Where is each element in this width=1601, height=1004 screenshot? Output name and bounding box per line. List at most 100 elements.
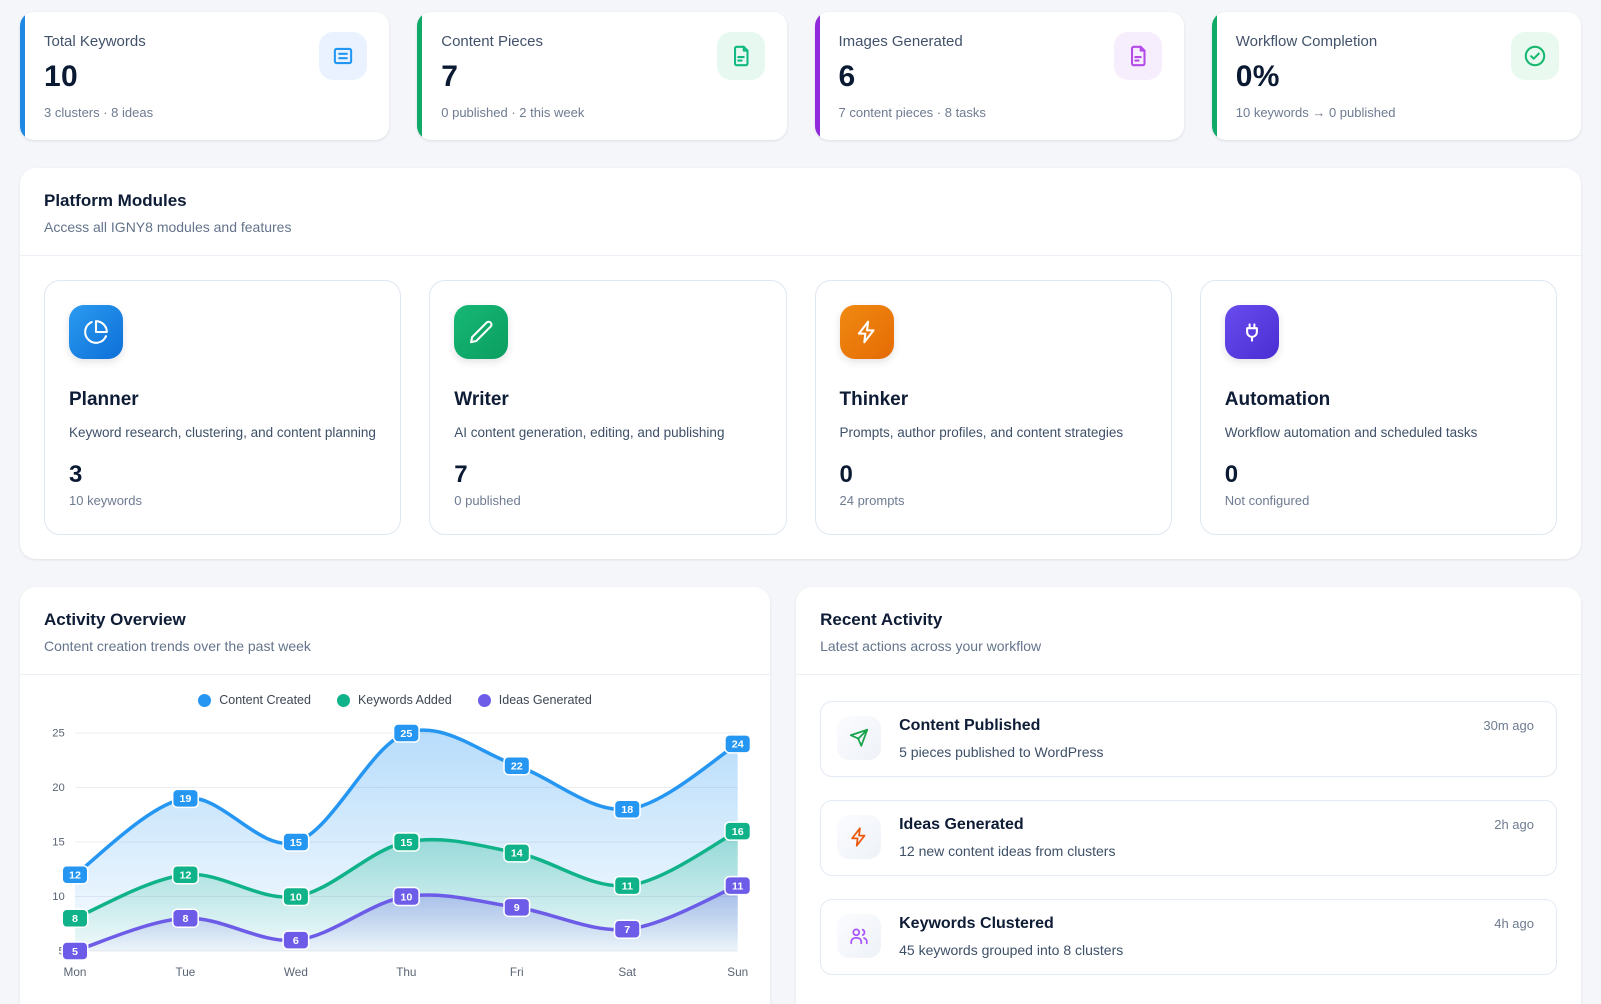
lightning-icon — [840, 305, 894, 359]
svg-text:Sat: Sat — [618, 966, 636, 979]
svg-text:24: 24 — [732, 739, 744, 751]
panel-subtitle: Content creation trends over the past we… — [44, 638, 746, 654]
stat-title: Content Pieces — [441, 33, 762, 50]
dashboard-page: Total Keywords 10 3 clusters · 8 ideas C… — [0, 0, 1601, 1004]
stat-card-content-pieces: Content Pieces 7 0 published · 2 this we… — [417, 12, 786, 140]
legend-label: Content Created — [219, 693, 311, 707]
platform-modules-header: Platform Modules Access all IGNY8 module… — [20, 168, 1581, 255]
stat-value: 7 — [441, 60, 762, 94]
activity-line-chart[interactable]: 510152025MonTueWedThuFriSatSun1219152522… — [30, 717, 756, 985]
panel-title: Activity Overview — [44, 610, 746, 630]
activity-list: Content Published 30m ago 5 pieces publi… — [796, 675, 1581, 1001]
activity-overview-panel: Activity Overview Content creation trend… — [20, 587, 770, 1004]
lightning-icon — [837, 815, 881, 859]
module-name: Thinker — [840, 389, 1147, 411]
svg-text:Mon: Mon — [64, 966, 87, 979]
module-stat-label: 0 published — [454, 493, 761, 508]
svg-text:8: 8 — [72, 913, 78, 925]
activity-description: 5 pieces published to WordPress — [899, 744, 1534, 760]
svg-text:9: 9 — [514, 902, 520, 914]
stat-subtitle: 0 published · 2 this week — [441, 105, 762, 120]
module-card-writer[interactable]: Writer AI content generation, editing, a… — [429, 280, 786, 535]
plug-icon — [1225, 305, 1279, 359]
stat-value: 0% — [1236, 60, 1557, 94]
svg-text:6: 6 — [293, 935, 299, 947]
accent-bar — [20, 12, 25, 140]
module-value: 3 — [69, 461, 376, 489]
svg-text:14: 14 — [511, 848, 523, 860]
recent-activity-header: Recent Activity Latest actions across yo… — [796, 587, 1581, 674]
module-name: Writer — [454, 389, 761, 411]
module-value: 0 — [840, 461, 1147, 489]
module-card-automation[interactable]: Automation Workflow automation and sched… — [1200, 280, 1557, 535]
check-circle-icon — [1511, 32, 1559, 80]
legend-item[interactable]: Content Created — [198, 693, 311, 707]
activity-time: 30m ago — [1483, 718, 1534, 733]
module-name: Planner — [69, 389, 376, 411]
activity-description: 12 new content ideas from clusters — [899, 843, 1534, 859]
svg-text:8: 8 — [182, 913, 188, 925]
svg-text:7: 7 — [624, 924, 630, 936]
stat-card-images-generated: Images Generated 6 7 content pieces · 8 … — [815, 12, 1184, 140]
legend-item[interactable]: Keywords Added — [337, 693, 452, 707]
svg-text:12: 12 — [69, 870, 81, 882]
module-description: Workflow automation and scheduled tasks — [1225, 423, 1532, 444]
svg-text:10: 10 — [290, 891, 302, 903]
module-description: Keyword research, clustering, and conten… — [69, 423, 376, 444]
pencil-icon — [454, 305, 508, 359]
stat-card-workflow-completion: Workflow Completion 0% 10 keywords → 0 p… — [1212, 12, 1581, 140]
module-stat-label: 24 prompts — [840, 493, 1147, 508]
module-card-planner[interactable]: Planner Keyword research, clustering, an… — [44, 280, 401, 535]
svg-text:25: 25 — [400, 728, 412, 740]
stats-row: Total Keywords 10 3 clusters · 8 ideas C… — [20, 12, 1581, 140]
stat-title: Images Generated — [839, 33, 1160, 50]
accent-bar — [815, 12, 820, 140]
stat-card-total-keywords: Total Keywords 10 3 clusters · 8 ideas — [20, 12, 389, 140]
svg-text:22: 22 — [511, 761, 523, 773]
legend-label: Ideas Generated — [499, 693, 592, 707]
accent-bar — [1212, 12, 1217, 140]
svg-text:11: 11 — [732, 881, 743, 893]
module-stat-label: 10 keywords — [69, 493, 376, 508]
stat-title: Workflow Completion — [1236, 33, 1557, 50]
platform-modules-panel: Platform Modules Access all IGNY8 module… — [20, 168, 1581, 559]
file-text-icon — [717, 32, 765, 80]
svg-text:12: 12 — [179, 870, 191, 882]
activity-time: 2h ago — [1494, 817, 1534, 832]
module-description: AI content generation, editing, and publ… — [454, 423, 761, 444]
svg-text:15: 15 — [400, 837, 412, 849]
legend-dot — [478, 694, 491, 707]
legend-item[interactable]: Ideas Generated — [478, 693, 592, 707]
recent-activity-panel: Recent Activity Latest actions across yo… — [796, 587, 1581, 1004]
svg-text:Tue: Tue — [176, 966, 196, 979]
activity-description: 45 keywords grouped into 8 clusters — [899, 942, 1534, 958]
send-icon — [837, 716, 881, 760]
module-card-thinker[interactable]: Thinker Prompts, author profiles, and co… — [815, 280, 1172, 535]
activity-time: 4h ago — [1494, 916, 1534, 931]
svg-text:20: 20 — [52, 782, 64, 794]
module-description: Prompts, author profiles, and content st… — [840, 423, 1147, 444]
activity-overview-header: Activity Overview Content creation trend… — [20, 587, 770, 674]
stat-value: 6 — [839, 60, 1160, 94]
legend-dot — [198, 694, 211, 707]
module-value: 0 — [1225, 461, 1532, 489]
activity-item-content-published: Content Published 30m ago 5 pieces publi… — [820, 701, 1557, 777]
activity-title: Content Published — [899, 717, 1040, 735]
stat-value: 10 — [44, 60, 365, 94]
pie-chart-icon — [69, 305, 123, 359]
list-icon — [319, 32, 367, 80]
module-name: Automation — [1225, 389, 1532, 411]
legend-label: Keywords Added — [358, 693, 452, 707]
panel-title: Platform Modules — [44, 191, 1557, 211]
svg-text:16: 16 — [732, 826, 744, 838]
svg-text:19: 19 — [179, 793, 191, 805]
svg-text:25: 25 — [52, 728, 64, 740]
svg-text:15: 15 — [52, 837, 64, 849]
svg-text:18: 18 — [621, 804, 633, 816]
stat-subtitle: 10 keywords → 0 published — [1236, 105, 1557, 120]
file-image-icon — [1114, 32, 1162, 80]
modules-grid: Planner Keyword research, clustering, an… — [44, 280, 1557, 535]
svg-text:15: 15 — [290, 837, 302, 849]
svg-text:5: 5 — [72, 946, 78, 958]
chart-legend: Content Created Keywords Added Ideas Gener… — [20, 693, 770, 707]
